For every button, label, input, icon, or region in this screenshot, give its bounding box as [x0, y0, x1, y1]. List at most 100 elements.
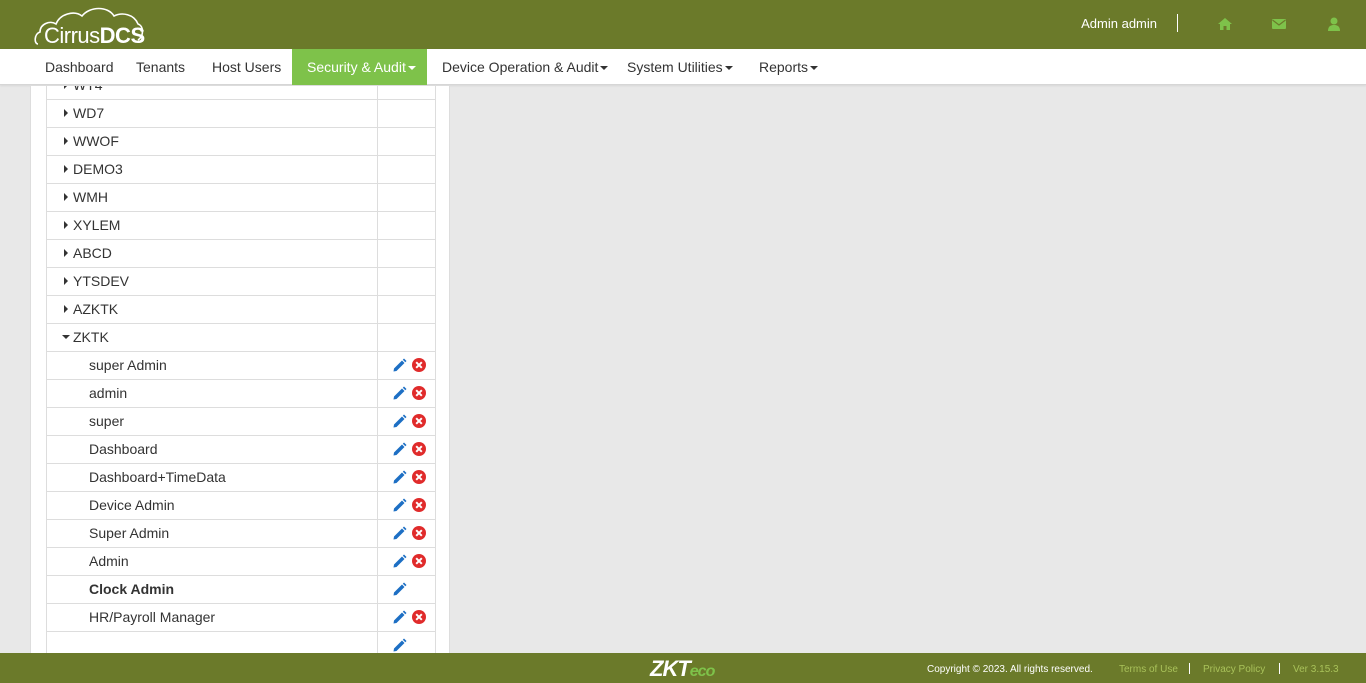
delete-circle-icon[interactable] [412, 414, 426, 428]
delete-circle-icon[interactable] [412, 526, 426, 540]
tree-label-cell: DEMO3 [47, 156, 378, 183]
tree-group-row[interactable]: XYLEM [46, 212, 436, 240]
tree-action-cell [378, 576, 435, 603]
tree-action-cell [378, 548, 435, 575]
nav-reports[interactable]: Reports [744, 49, 833, 85]
tree-action-cell [378, 212, 435, 239]
nav-device-operation[interactable]: Device Operation & Audit [427, 49, 623, 85]
home-icon[interactable] [1217, 16, 1233, 32]
tree-label-cell: Super Admin [47, 520, 378, 547]
tree-group-row[interactable]: WMH [46, 184, 436, 212]
pencil-icon[interactable] [392, 470, 407, 485]
zkteco-logo-zk: ZKT [650, 656, 691, 681]
pencil-icon[interactable] [392, 638, 407, 653]
cirrus-dcs-logo[interactable]: CirrusDCS [34, 4, 146, 48]
caret-right-icon[interactable] [64, 305, 68, 313]
delete-circle-icon[interactable] [412, 610, 426, 624]
caret-right-icon[interactable] [64, 165, 68, 173]
tree-action-cell [378, 184, 435, 211]
caret-right-icon[interactable] [64, 221, 68, 229]
tree-group-row[interactable]: ABCD [46, 240, 436, 268]
tree-group-label[interactable]: WMH [73, 184, 108, 211]
user-icon[interactable] [1326, 16, 1342, 32]
tree-label-cell: HR/Payroll Manager [47, 604, 378, 631]
tree-role-label[interactable]: Super Admin [89, 520, 169, 547]
tree-group-label[interactable]: AZKTK [73, 296, 118, 323]
nav-reports-label: Reports [759, 59, 809, 75]
tree-role-label[interactable]: super Admin [89, 352, 167, 379]
tree-action-cell [378, 520, 435, 547]
logo-text-bold: DCS [99, 23, 145, 48]
tree-group-row[interactable]: AZKTK [46, 296, 436, 324]
delete-circle-icon[interactable] [412, 442, 426, 456]
caret-right-icon[interactable] [64, 277, 68, 285]
tree-group-label[interactable]: WWOF [73, 128, 119, 155]
pencil-icon[interactable] [392, 414, 407, 429]
user-name-menu[interactable]: Admin admin [1081, 16, 1157, 31]
nav-system-utilities[interactable]: System Utilities [612, 49, 748, 85]
tree-label-cell: super Admin [47, 352, 378, 379]
tree-role-label[interactable]: Device Admin [89, 492, 175, 519]
pencil-icon[interactable] [392, 442, 407, 457]
tree-label-cell: ABCD [47, 240, 378, 267]
delete-circle-icon[interactable] [412, 470, 426, 484]
tree-role-label[interactable]: Dashboard [89, 436, 158, 463]
nav-security-audit[interactable]: Security & Audit [292, 49, 427, 85]
envelope-icon[interactable] [1271, 16, 1287, 32]
delete-circle-icon[interactable] [412, 498, 426, 512]
delete-circle-icon[interactable] [412, 358, 426, 372]
tree-group-row[interactable]: DEMO3 [46, 156, 436, 184]
tree-role-label[interactable]: Dashboard+TimeData [89, 464, 226, 491]
top-header: CirrusDCS Admin admin [0, 0, 1366, 49]
tree-role-row: Device Admin [46, 492, 436, 520]
tree-role-label[interactable]: HR/Payroll Manager [89, 604, 215, 631]
nav-dashboard[interactable]: Dashboard [30, 49, 129, 85]
tree-action-cell [378, 324, 435, 351]
tree-group-row[interactable]: YTSDEV [46, 268, 436, 296]
caret-right-icon[interactable] [64, 86, 68, 89]
copyright-text: Copyright © 2023. All rights reserved. [927, 664, 1093, 675]
tree-label-cell: AZKTK [47, 296, 378, 323]
caret-right-icon[interactable] [64, 193, 68, 201]
caret-right-icon[interactable] [64, 249, 68, 257]
pencil-icon[interactable] [392, 358, 407, 373]
tree-group-label[interactable]: XYLEM [73, 212, 120, 239]
zkteco-logo-eco: eco [689, 663, 716, 680]
tree-group-label[interactable]: ZKTK [73, 324, 109, 351]
logo-text-thin: Cirrus [44, 23, 100, 48]
pencil-icon[interactable] [392, 498, 407, 513]
tree-group-label[interactable]: YTSDEV [73, 268, 129, 295]
pencil-icon[interactable] [392, 610, 407, 625]
tree-action-cell [378, 86, 435, 99]
tree-group-label[interactable]: WD7 [73, 100, 104, 127]
tree-group-label[interactable]: ABCD [73, 240, 112, 267]
tree-group-row-expanded[interactable]: ZKTK [46, 324, 436, 352]
tree-group-label[interactable]: DEMO3 [73, 156, 123, 183]
tree-role-row: Clock Admin [46, 576, 436, 604]
tree-action-cell [378, 380, 435, 407]
nav-host-users[interactable]: Host Users [197, 49, 296, 85]
tree-role-label[interactable]: admin [89, 380, 127, 407]
pencil-icon[interactable] [392, 554, 407, 569]
tree-action-cell [378, 464, 435, 491]
tree-role-label[interactable]: Clock Admin [89, 576, 174, 603]
tree-group-row[interactable]: WD7 [46, 100, 436, 128]
caret-right-icon[interactable] [64, 137, 68, 145]
tree-group-label[interactable]: WT4 [73, 86, 103, 99]
terms-of-use-link[interactable]: Terms of Use [1119, 664, 1178, 675]
tree-action-cell [378, 128, 435, 155]
tree-group-row[interactable]: WT4 [46, 86, 436, 100]
nav-tenants[interactable]: Tenants [121, 49, 200, 85]
caret-down-icon[interactable] [62, 335, 70, 339]
delete-circle-icon[interactable] [412, 386, 426, 400]
tree-label-cell: WD7 [47, 100, 378, 127]
caret-right-icon[interactable] [64, 109, 68, 117]
pencil-icon[interactable] [392, 386, 407, 401]
pencil-icon[interactable] [392, 526, 407, 541]
tree-group-row[interactable]: WWOF [46, 128, 436, 156]
privacy-policy-link[interactable]: Privacy Policy [1203, 664, 1265, 675]
tree-role-label[interactable]: super [89, 408, 124, 435]
tree-role-label[interactable]: Admin [89, 548, 129, 575]
pencil-icon[interactable] [392, 582, 407, 597]
delete-circle-icon[interactable] [412, 554, 426, 568]
